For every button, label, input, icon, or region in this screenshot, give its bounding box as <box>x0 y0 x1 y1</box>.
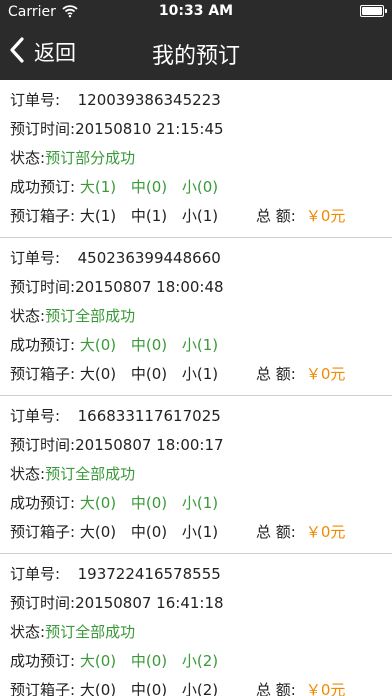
page-title: 我的预订 <box>151 44 240 69</box>
success-row: 成功预订: 大(0) 中(0) 小(1) <box>10 330 218 360</box>
total-amount: 总 额: ￥0元 <box>256 517 345 547</box>
boxes-large: 大(0) <box>79 365 117 383</box>
order-number-label: 订单号: <box>10 407 61 425</box>
order-number: 450236399448660 <box>77 249 221 267</box>
status-label: 状态: <box>10 465 46 483</box>
app-header: Carrier 10:33 AM 返回 我的预订 <box>0 0 392 80</box>
booking-time: 20150807 18:00:17 <box>75 436 224 454</box>
success-small: 小(1) <box>181 494 219 512</box>
status-value: 预订全部成功 <box>45 623 136 641</box>
success-medium: 中(0) <box>130 178 168 196</box>
navigation-bar: 返回 我的预订 <box>0 24 392 80</box>
success-small: 小(2) <box>181 652 219 670</box>
booking-time-row: 预订时间:20150810 21:15:45 <box>10 114 224 144</box>
status-row: 状态:预订全部成功 <box>10 617 135 647</box>
status-row: 状态:预订全部成功 <box>10 459 135 489</box>
success-medium: 中(0) <box>130 336 168 354</box>
total-amount: 总 额: ￥0元 <box>256 359 345 389</box>
order-number-row: 订单号: 450236399448660 <box>10 243 221 273</box>
boxes-label: 预订箱子: <box>10 523 76 541</box>
total-label: 总 额: <box>256 207 296 225</box>
total-price: ￥0元 <box>305 207 346 225</box>
total-label: 总 额: <box>256 523 296 541</box>
success-large: 大(0) <box>79 652 117 670</box>
status-row: 状态:预订全部成功 <box>10 301 135 331</box>
success-medium: 中(0) <box>130 652 168 670</box>
total-price: ￥0元 <box>305 681 346 696</box>
boxes-medium: 中(0) <box>130 523 168 541</box>
order-number-row: 订单号: 120039386345223 <box>10 85 221 115</box>
order-card[interactable]: 订单号: 450236399448660 预订时间:20150807 18:00… <box>0 238 392 396</box>
success-row: 成功预订: 大(0) 中(0) 小(2) <box>10 646 218 676</box>
status-value: 预订部分成功 <box>45 149 136 167</box>
boxes-medium: 中(1) <box>130 207 168 225</box>
boxes-large: 大(0) <box>79 681 117 696</box>
booking-time: 20150807 16:41:18 <box>75 594 224 612</box>
status-value: 预订全部成功 <box>45 307 136 325</box>
success-large: 大(0) <box>79 494 117 512</box>
status-bar: Carrier 10:33 AM <box>0 0 392 24</box>
order-card[interactable]: 订单号: 120039386345223 预订时间:20150810 21:15… <box>0 80 392 238</box>
booking-time: 20150810 21:15:45 <box>75 120 224 138</box>
clock: 10:33 AM <box>158 3 234 19</box>
total-label: 总 额: <box>256 681 296 696</box>
boxes-label: 预订箱子: <box>10 365 76 383</box>
booking-time-label: 预订时间: <box>10 278 76 296</box>
booking-time: 20150807 18:00:48 <box>75 278 224 296</box>
booking-time-label: 预订时间: <box>10 436 76 454</box>
total-price: ￥0元 <box>305 523 346 541</box>
boxes-large: 大(0) <box>79 523 117 541</box>
success-label: 成功预订: <box>10 178 76 196</box>
order-number: 120039386345223 <box>77 91 221 109</box>
booking-time-label: 预订时间: <box>10 594 76 612</box>
success-large: 大(0) <box>79 336 117 354</box>
boxes-small: 小(1) <box>181 207 219 225</box>
success-row: 成功预订: 大(1) 中(0) 小(0) <box>10 172 218 202</box>
boxes-row: 预订箱子: 大(0) 中(0) 小(1) <box>10 517 218 547</box>
success-label: 成功预订: <box>10 652 76 670</box>
total-amount: 总 额: ￥0元 <box>256 201 345 231</box>
total-label: 总 额: <box>256 365 296 383</box>
boxes-large: 大(1) <box>79 207 117 225</box>
boxes-small: 小(2) <box>181 681 219 696</box>
status-label: 状态: <box>10 307 46 325</box>
booking-time-row: 预订时间:20150807 16:41:18 <box>10 588 224 618</box>
order-number-row: 订单号: 166833117617025 <box>10 401 221 431</box>
total-amount: 总 额: ￥0元 <box>256 675 345 696</box>
order-number-label: 订单号: <box>10 249 61 267</box>
order-number-label: 订单号: <box>10 91 61 109</box>
success-large: 大(1) <box>79 178 117 196</box>
success-small: 小(1) <box>181 336 219 354</box>
status-row: 状态:预订部分成功 <box>10 143 135 173</box>
success-row: 成功预订: 大(0) 中(0) 小(1) <box>10 488 218 518</box>
order-card[interactable]: 订单号: 193722416578555 预订时间:20150807 16:41… <box>0 554 392 696</box>
order-number: 166833117617025 <box>77 407 221 425</box>
order-number-label: 订单号: <box>10 565 61 583</box>
boxes-medium: 中(0) <box>130 365 168 383</box>
success-medium: 中(0) <box>130 494 168 512</box>
boxes-row: 预订箱子: 大(1) 中(1) 小(1) <box>10 201 218 231</box>
order-number: 193722416578555 <box>77 565 221 583</box>
success-small: 小(0) <box>181 178 219 196</box>
success-label: 成功预订: <box>10 336 76 354</box>
battery-icon <box>360 5 387 17</box>
success-label: 成功预订: <box>10 494 76 512</box>
booking-time-row: 预订时间:20150807 18:00:17 <box>10 430 224 460</box>
order-list[interactable]: 订单号: 120039386345223 预订时间:20150810 21:15… <box>0 80 392 696</box>
status-label: 状态: <box>10 149 46 167</box>
order-card[interactable]: 订单号: 166833117617025 预订时间:20150807 18:00… <box>0 396 392 554</box>
boxes-label: 预订箱子: <box>10 207 76 225</box>
status-label: 状态: <box>10 623 46 641</box>
boxes-row: 预订箱子: 大(0) 中(0) 小(2) <box>10 675 218 696</box>
booking-time-row: 预订时间:20150807 18:00:48 <box>10 272 224 302</box>
total-price: ￥0元 <box>305 365 346 383</box>
status-value: 预订全部成功 <box>45 465 136 483</box>
boxes-medium: 中(0) <box>130 681 168 696</box>
boxes-row: 预订箱子: 大(0) 中(0) 小(1) <box>10 359 218 389</box>
boxes-small: 小(1) <box>181 365 219 383</box>
boxes-small: 小(1) <box>181 523 219 541</box>
boxes-label: 预订箱子: <box>10 681 76 696</box>
order-number-row: 订单号: 193722416578555 <box>10 559 221 589</box>
booking-time-label: 预订时间: <box>10 120 76 138</box>
